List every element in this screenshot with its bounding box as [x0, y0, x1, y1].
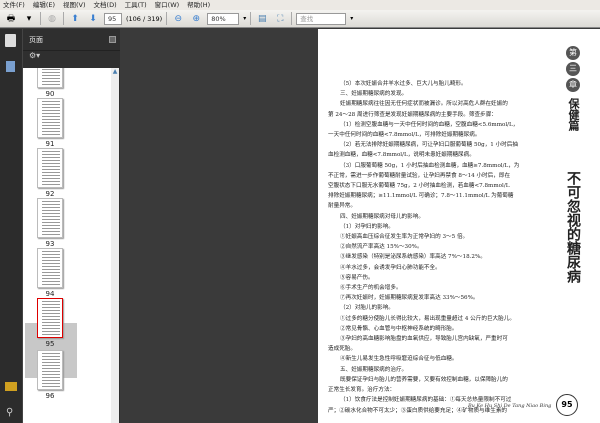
- document-background: [120, 29, 318, 423]
- menu-item[interactable]: 编辑(E): [33, 0, 55, 10]
- fit-page-icon[interactable]: ⛶: [273, 13, 287, 25]
- options-gear-icon[interactable]: ⚙▾: [29, 51, 40, 60]
- text-line: 血检测血糖，血糖<7.8mmol/L，说明未患妊娠期糖尿病。: [328, 152, 475, 159]
- running-footer: Bu Ke Hu Shi De Tang Niao Bing: [468, 403, 552, 409]
- page-thumbnail[interactable]: [37, 148, 63, 188]
- next-page-icon[interactable]: ⬇: [86, 13, 100, 25]
- page-thumbnail[interactable]: [37, 350, 63, 390]
- panel-options-button[interactable]: [109, 36, 116, 43]
- text-line: （1）对孕妇的影响。: [340, 223, 394, 230]
- search-input[interactable]: 查找: [296, 12, 347, 25]
- text-line: 五、妊娠期糖尿病的治疗。: [340, 366, 408, 373]
- text-line: 第 24～28 周进行筛查是发现妊娠期糖尿病的主要手段。筛查步骤：: [328, 111, 497, 118]
- print-icon[interactable]: 🖶: [4, 13, 18, 25]
- page-thumbnail[interactable]: [37, 68, 63, 88]
- text-line: ⑦再次妊娠时，妊娠期糖尿病复发率高达 33%～56%。: [340, 295, 479, 302]
- thumbnail-label: 96: [45, 392, 55, 400]
- text-line: ①妊娠高血压综合征发生率为正常孕妇的 3～5 倍。: [340, 234, 469, 241]
- signatures-icon[interactable]: [5, 382, 17, 391]
- text-line: 四、妊娠期糖尿病对母儿的影响。: [340, 213, 424, 220]
- menu-item[interactable]: 窗口(W): [155, 0, 180, 10]
- bookmarks-icon[interactable]: [6, 61, 15, 72]
- text-line: （2）对胎儿的影响。: [340, 305, 394, 312]
- text-line: 既要保证孕妇与胎儿的营养需要，又要有效控制血糖，以保障胎儿的: [340, 376, 508, 383]
- page-thumbnail[interactable]: [37, 198, 63, 238]
- page-count: (106 / 319): [126, 14, 163, 23]
- menu-item[interactable]: 文档(D): [94, 0, 117, 10]
- page-number-input[interactable]: 95: [104, 12, 122, 25]
- text-line: ②自然流产率高达 15%～30%。: [340, 244, 423, 251]
- text-line: 造成死胎。: [328, 346, 356, 353]
- pages-icon[interactable]: [5, 34, 16, 47]
- section-title: 保健篇: [567, 98, 580, 131]
- thumbnail-label: 95: [45, 340, 55, 348]
- chapter-sidebar: 第 三 章 保健篇 不可忽视的糖尿病: [558, 44, 588, 283]
- menu-item[interactable]: 工具(T): [125, 0, 147, 10]
- text-line: 空腹状态下口服无水葡萄糖 75g，2 小时抽血检测，若血糖<7.8mmol/L: [328, 183, 510, 190]
- scrollbar[interactable]: ▲: [111, 68, 119, 423]
- text-line: 妊娠期糖尿病往往因无任何症状而被漏诊。所以对高危人群在妊娠的: [340, 101, 508, 108]
- book-title: 不可忽视的糖尿病: [565, 171, 581, 283]
- thumbnail-label: 94: [45, 290, 55, 298]
- previous-page-icon[interactable]: ⬆: [68, 13, 82, 25]
- menu-item[interactable]: 视图(V): [63, 0, 86, 10]
- text-line: （5）本次妊娠合并羊水过多、巨大儿与胎儿畸形。: [340, 81, 467, 87]
- page-body-text: （5）本次妊娠合并羊水过多、巨大儿与胎儿畸形。 三、妊娠期糖尿病的发现。妊娠期糖尿…: [328, 79, 542, 416]
- text-line: 不正常，需进一步作葡萄糖耐量试验，让孕妇再禁食 8～14 小时后，即在: [328, 172, 511, 179]
- chevron-down-icon[interactable]: ▾: [243, 15, 246, 22]
- text-line: ④羊水过多，会诱发孕妇心肺功能不全。: [340, 264, 441, 271]
- text-line: ⑤容易产伤。: [340, 274, 374, 281]
- scroll-up-icon[interactable]: ▲: [111, 68, 119, 75]
- text-line: ③继发感染（特别是泌尿系统感染）率高达 7%～18.2%。: [340, 254, 486, 261]
- page-thumbnail[interactable]: [37, 248, 63, 288]
- text-line: （1）检测空腹血糖与一天中任何时间的血糖，空腹血糖<5.6mmol/L，: [340, 121, 519, 128]
- chevron-down-icon[interactable]: ▾: [350, 15, 353, 22]
- toolbar: 🖶 ▾ ◍ ⬆ ⬇ 95 (106 / 319) ⊖ ⊕ 80% ▾ ▤ ⛶ 查…: [0, 10, 600, 28]
- document-page: （5）本次妊娠合并羊水过多、巨大儿与胎儿畸形。 三、妊娠期糖尿病的发现。妊娠期糖尿…: [318, 29, 600, 423]
- text-line: （3）口服葡萄糖 50g，1 小时后抽血检测血糖，血糖≥7.8mmol/L，为: [340, 162, 520, 169]
- page-number: 95: [556, 394, 578, 416]
- page-thumbnail[interactable]: [37, 98, 63, 138]
- share-icon[interactable]: ▾: [22, 13, 36, 25]
- thumbnail-label: 92: [45, 190, 55, 198]
- text-line: 正常生长发育。治疗方法：: [328, 387, 396, 394]
- text-line: （2）若无法排除妊娠期糖尿病，可让孕妇口服葡萄糖 50g，1 小时后抽: [340, 142, 518, 149]
- text-line: ②常见骨骼、心血管与中枢神经系统的畸形胎。: [340, 325, 458, 332]
- thumbnail-list: 90 91 92 93 94 95 96 ▲: [23, 68, 119, 423]
- separator: [63, 12, 64, 25]
- zoom-out-icon[interactable]: ⊖: [171, 13, 185, 25]
- fit-width-icon[interactable]: ▤: [255, 13, 269, 25]
- text-line: ①过多的糖分使胎儿长得比较大，易出现重量超过 4 公斤的巨大胎儿。: [340, 315, 515, 322]
- zoom-select[interactable]: 80%: [207, 12, 240, 25]
- thumbnail-label: 91: [45, 140, 55, 148]
- chapter-char: 三: [566, 62, 580, 76]
- thumbnail-label: 90: [45, 90, 55, 98]
- page-thumbnail[interactable]: [37, 298, 63, 338]
- separator: [40, 12, 41, 25]
- thumbnail-label: 93: [45, 240, 55, 248]
- chapter-char: 章: [566, 78, 580, 92]
- zoom-in-icon[interactable]: ⊕: [189, 13, 203, 25]
- separator: [250, 12, 252, 25]
- menu-bar: 文件(F) 编辑(E) 视图(V) 文档(D) 工具(T) 窗口(W) 帮助(H): [0, 0, 600, 10]
- globe-icon[interactable]: ◍: [45, 13, 59, 25]
- chapter-char: 第: [566, 46, 580, 60]
- text-line: 三、妊娠期糖尿病的发现。: [340, 91, 408, 98]
- panel-title: 页面: [29, 35, 43, 44]
- text-line: ③孕妇的高血糖影响胎盘的血氧供应，导致胎儿宫内缺氧，严重时可: [340, 336, 508, 343]
- text-line: 耐量异常。: [328, 203, 356, 210]
- pages-panel: 页面 ⚙▾ 90 91 92 93 94 95 96 ▲: [22, 29, 120, 423]
- text-line: 一天中任何时间的血糖<7.8mmol/L，可排除妊娠期糖尿病。: [328, 132, 481, 139]
- text-line: ⑥手术生产的机会增多。: [340, 285, 402, 292]
- separator: [166, 12, 168, 25]
- menu-item[interactable]: 帮助(H): [187, 0, 210, 10]
- attachment-icon[interactable]: ⚲: [6, 407, 13, 418]
- text-line: ④新生儿易发生急性呼吸窘迫综合征与低血糖。: [340, 356, 458, 363]
- navigation-strip: ⚲: [0, 29, 22, 423]
- separator: [291, 12, 293, 25]
- text-line: 排除妊娠期糖尿病；≥11.1mmol/L 可确诊；7.8～11.1mmol/L …: [328, 193, 514, 200]
- menu-item[interactable]: 文件(F): [3, 0, 25, 10]
